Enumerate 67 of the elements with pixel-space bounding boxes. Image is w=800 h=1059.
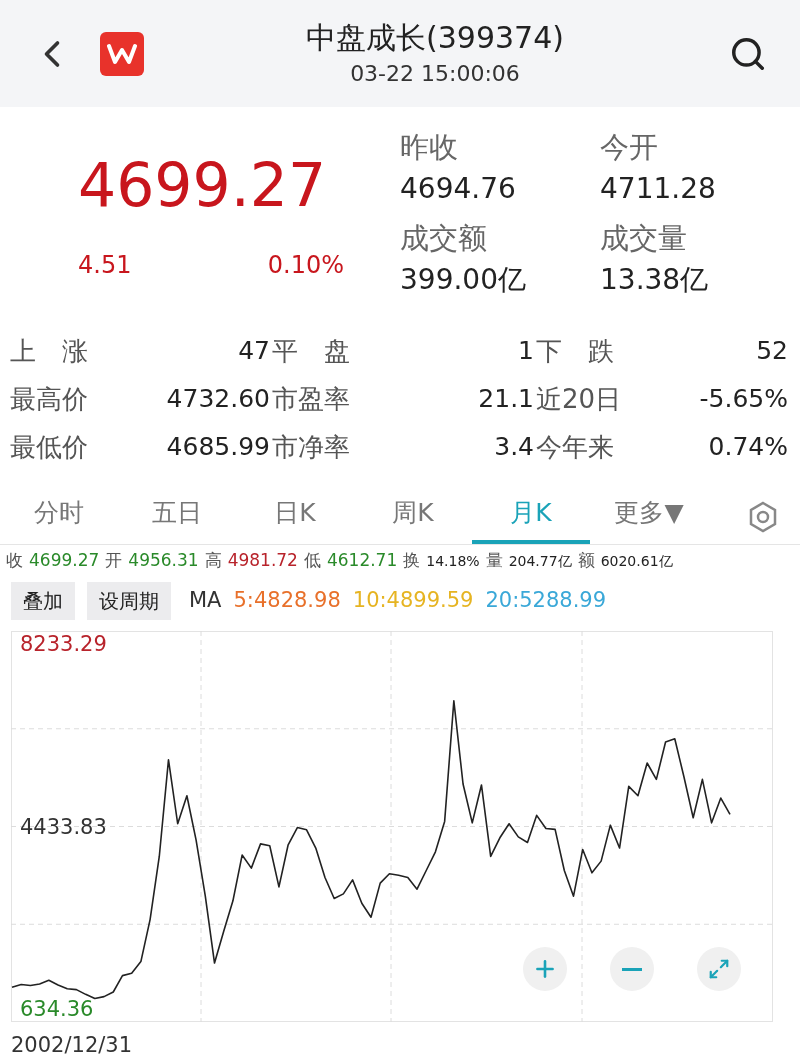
minus-icon [622,967,642,971]
chart-tab[interactable]: 分时 [0,486,118,544]
ohlc-label: 收 [6,549,23,573]
stat-value: 4685.99 [166,431,271,464]
y-axis-label: 8233.29 [20,630,107,657]
chart-option-button[interactable]: 叠加 [11,582,75,620]
ma-value: 10:4899.59 [352,587,474,615]
stat-value: 4732.60 [166,383,271,416]
ma-value: 5:4828.98 [233,587,341,615]
chart-option-button[interactable]: 设周期 [87,582,171,620]
ohlc-label: 开 [105,549,123,573]
ohlc-value: 4981.72 [227,549,298,573]
y-axis-label: 4433.83 [20,813,107,840]
stat-label: 平 盘 [272,334,350,368]
stat-label: 市盈率 [272,382,350,416]
last-price: 4699.27 [78,149,327,222]
stat-label: 上 涨 [10,334,88,368]
chart-tab[interactable]: 月K [472,486,590,544]
zoom-out-button[interactable] [610,947,654,991]
y-axis-label: 634.36 [20,996,94,1023]
ohlc-value: 4956.31 [128,549,199,573]
stat-label: 今年来 [536,430,614,464]
ohlc-value: 6020.61亿 [600,551,673,571]
quote-field-label: 今开 [600,129,659,166]
x-axis-label: 2002/12/31 [11,1033,133,1057]
stat-value: 52 [756,335,789,368]
ohlc-label: 量 [485,549,503,573]
quote-time: 03-22 15:00:06 [350,59,520,88]
ohlc-label: 高 [204,549,222,573]
stat-label: 下 跌 [536,334,614,368]
zoom-in-button[interactable] [523,947,567,991]
stat-value: 21.1 [478,383,535,416]
page-title: 中盘成长(399374) [306,18,564,57]
ma-value: 20:5288.99 [485,587,607,615]
stat-label: 最高价 [10,382,88,416]
quote-field-value: 13.38亿 [600,262,710,298]
chart-tab[interactable]: 周K [354,486,472,544]
fullscreen-button[interactable] [697,947,741,991]
ohlc-value: 14.18% [426,551,480,571]
app-logo-icon[interactable] [100,31,144,76]
stat-label: 市净率 [272,430,350,464]
ohlc-value: 4612.71 [326,549,398,573]
stat-value: 1 [518,335,535,368]
quote-field-value: 399.00亿 [400,262,527,298]
ohlc-label: 换 [403,549,421,573]
price-change-percent: 0.10% [267,250,344,281]
ohlc-label: 低 [303,549,321,573]
chart-tab[interactable]: 更多▼ [590,486,708,544]
ohlc-label: 额 [577,549,595,573]
quote-field-value: 4694.76 [400,171,517,207]
quote-field-label: 昨收 [400,129,459,166]
stat-value: 3.4 [494,431,535,464]
stat-label: 近20日 [536,382,622,416]
stat-value: -5.65% [699,383,789,416]
price-change: 4.51 [78,250,132,281]
quote-field-label: 成交量 [600,220,688,257]
ohlc-value: 4699.27 [29,549,100,573]
quote-field-value: 4711.28 [600,171,717,207]
chart-tab[interactable]: 日K [236,486,354,544]
stat-value: 47 [238,335,271,368]
quote-field-label: 成交额 [400,220,488,257]
chart-tab[interactable]: 五日 [118,486,236,544]
stat-label: 最低价 [10,430,88,464]
expand-icon [708,958,730,980]
stat-value: 0.74% [708,431,789,464]
ohlc-value: 204.77亿 [508,551,572,571]
ma-label: MA [189,587,222,615]
